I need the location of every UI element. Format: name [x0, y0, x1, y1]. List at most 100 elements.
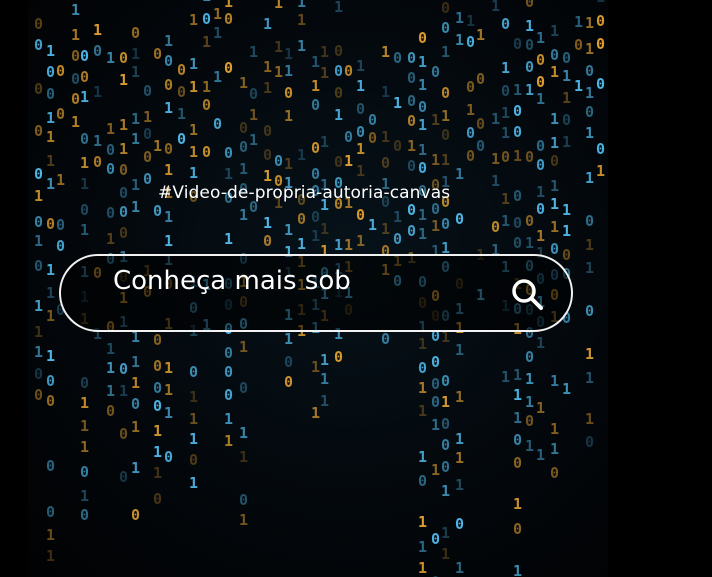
- binary-glyph: 0: [407, 112, 416, 130]
- binary-glyph: 0: [71, 70, 80, 88]
- binary-glyph: 0: [585, 62, 594, 80]
- binary-glyph: 0: [441, 19, 450, 37]
- binary-glyph: 1: [93, 132, 102, 150]
- binary-glyph: 0: [585, 302, 594, 320]
- binary-glyph: 1: [311, 358, 320, 376]
- binary-glyph: 0: [455, 210, 464, 228]
- binary-glyph: 1: [536, 399, 545, 417]
- binary-glyph: 1: [418, 225, 427, 243]
- binary-glyph: 1: [441, 43, 450, 61]
- binary-glyph: 1: [46, 261, 55, 279]
- binary-glyph: 1: [80, 88, 89, 106]
- binary-glyph: 0: [418, 472, 427, 490]
- binary-glyph: 0: [407, 157, 416, 175]
- binary-glyph: 1: [525, 81, 534, 99]
- binary-glyph: 0: [585, 433, 594, 451]
- binary-glyph: 0: [441, 215, 450, 233]
- binary-glyph: 1: [344, 152, 353, 170]
- binary-glyph: 1: [249, 131, 258, 149]
- binary-glyph: 1: [381, 128, 390, 146]
- binary-glyph: 0: [501, 15, 510, 33]
- binary-glyph: 0: [177, 83, 186, 101]
- binary-glyph: 0: [431, 63, 440, 81]
- binary-glyph: 1: [418, 53, 427, 71]
- binary-glyph: 1: [106, 382, 115, 400]
- binary-glyph: 1: [34, 343, 43, 361]
- binary-glyph: 0: [164, 76, 173, 94]
- binary-glyph: 0: [431, 573, 440, 577]
- binary-glyph: 1: [536, 227, 545, 245]
- binary-glyph: 0: [119, 161, 128, 179]
- binary-glyph: 0: [334, 84, 343, 102]
- binary-glyph: 1: [418, 116, 427, 134]
- binary-glyph: 0: [153, 45, 162, 63]
- binary-glyph: 0: [56, 237, 65, 255]
- binary-glyph: 1: [596, 162, 605, 180]
- binary-glyph: 0: [284, 373, 293, 391]
- binary-glyph: 0: [263, 146, 272, 164]
- binary-glyph: 1: [491, 0, 500, 15]
- binary-glyph: 0: [224, 59, 233, 77]
- binary-glyph: 1: [46, 526, 55, 544]
- binary-glyph: 1: [249, 43, 258, 61]
- binary-glyph: 0: [525, 36, 534, 54]
- binary-glyph: 1: [46, 152, 55, 170]
- binary-glyph: 1: [501, 124, 510, 142]
- binary-glyph: 0: [501, 148, 510, 166]
- binary-glyph: 1: [550, 177, 559, 195]
- binary-glyph: 1: [585, 40, 594, 58]
- binary-glyph: 0: [550, 464, 559, 482]
- binary-glyph: 1: [213, 24, 222, 42]
- binary-glyph: 0: [80, 463, 89, 481]
- binary-glyph: 0: [418, 359, 427, 377]
- binary-glyph: 1: [441, 545, 450, 563]
- binary-glyph: 0: [596, 140, 605, 158]
- binary-glyph: 0: [153, 357, 162, 375]
- binary-glyph: 0: [431, 375, 440, 393]
- binary-glyph: 1: [320, 64, 329, 82]
- binary-glyph: 1: [431, 111, 440, 129]
- binary-glyph: 1: [80, 221, 89, 239]
- binary-glyph: 1: [455, 559, 464, 577]
- binary-glyph: 0: [224, 10, 233, 28]
- binary-glyph: 1: [284, 45, 293, 63]
- search-bar[interactable]: Conheça mais sob: [59, 254, 573, 332]
- binary-glyph: 1: [224, 410, 233, 428]
- binary-glyph: 1: [334, 106, 343, 124]
- binary-glyph: 1: [585, 259, 594, 277]
- binary-glyph: 1: [213, 68, 222, 86]
- binary-glyph: 0: [46, 215, 55, 233]
- binary-glyph: 0: [344, 62, 353, 80]
- binary-glyph: 1: [164, 232, 173, 250]
- binary-glyph: 1: [441, 482, 450, 500]
- binary-glyph: 1: [455, 165, 464, 183]
- binary-glyph: 1: [71, 1, 80, 19]
- binary-glyph: 0: [513, 520, 522, 538]
- binary-glyph: 0: [164, 140, 173, 158]
- binary-glyph: 0: [34, 36, 43, 54]
- search-icon[interactable]: [509, 276, 545, 312]
- search-input-text[interactable]: Conheça mais sob: [113, 266, 351, 296]
- binary-glyph: 0: [56, 62, 65, 80]
- binary-glyph: 1: [213, 5, 222, 23]
- binary-glyph: 0: [334, 348, 343, 366]
- binary-glyph: 1: [80, 417, 89, 435]
- binary-glyph: 0: [34, 165, 43, 183]
- binary-glyph: 0: [525, 212, 534, 230]
- binary-glyph: 0: [80, 47, 89, 65]
- binary-glyph: 0: [71, 90, 80, 108]
- binary-glyph: 0: [381, 330, 390, 348]
- binary-glyph: 0: [80, 201, 89, 219]
- binary-glyph: 0: [34, 257, 43, 275]
- binary-glyph: 0: [249, 85, 258, 103]
- binary-glyph: 1: [585, 369, 594, 387]
- binary-glyph: 1: [34, 232, 43, 250]
- binary-glyph: 0: [297, 210, 306, 228]
- binary-glyph: 0: [466, 78, 475, 96]
- binary-glyph: 1: [131, 110, 140, 128]
- binary-glyph: 0: [153, 397, 162, 415]
- binary-glyph: 1: [153, 443, 162, 461]
- binary-glyph: 1: [80, 487, 89, 505]
- binary-glyph: 0: [189, 363, 198, 381]
- binary-glyph: 1: [407, 137, 416, 155]
